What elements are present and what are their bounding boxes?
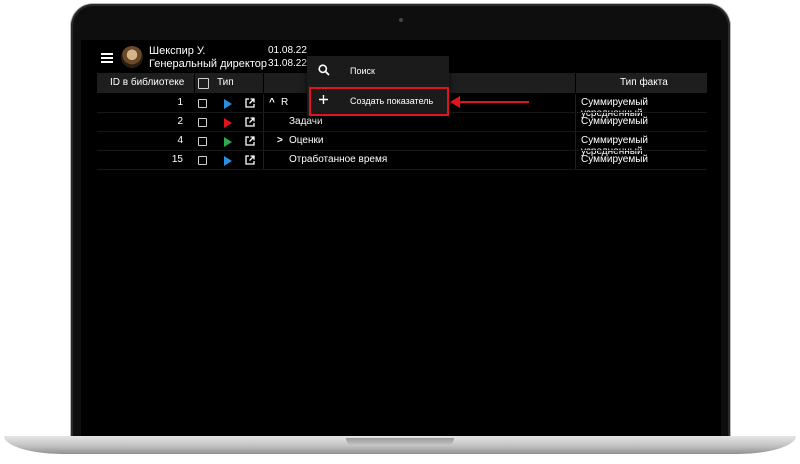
user-name: Шекспир У. [149,45,206,57]
indicator-name[interactable]: Задачи [289,116,323,127]
column-header-fact-type[interactable]: Тип факта [620,77,668,88]
column-header-type[interactable]: Тип [217,77,234,88]
row-id: 4 [177,135,183,146]
select-all-checkbox[interactable] [198,78,209,89]
indicator-name[interactable]: R [281,97,288,108]
column-divider [263,73,264,93]
camera-dot [399,18,403,22]
column-divider [575,73,576,93]
column-divider [194,73,195,93]
highlight-box [309,87,449,116]
row-id: 2 [177,116,183,127]
open-in-new-icon[interactable] [245,136,255,146]
fact-type: Суммируемый [581,116,648,127]
avatar[interactable] [121,46,143,68]
type-play-icon [224,137,232,147]
row-id: 15 [171,154,183,165]
type-play-icon [224,99,232,109]
row-checkbox[interactable] [198,137,207,146]
open-in-new-icon[interactable] [245,98,255,108]
row-checkbox[interactable] [198,156,207,165]
user-role: Генеральный директор [149,58,267,70]
hamburger-icon[interactable] [101,53,113,63]
date-to[interactable]: 31.08.22 [268,58,307,69]
column-header-id[interactable]: ID в библиотеке [110,77,184,88]
menu-item-search[interactable]: Поиск [350,66,375,76]
open-in-new-icon[interactable] [245,155,255,165]
date-from[interactable]: 01.08.22 [268,45,307,56]
arrow-head-icon [450,96,460,108]
search-icon [318,64,330,76]
row-id: 1 [177,97,183,108]
table-row[interactable]: 15 Отработанное время Суммируемый [97,151,707,170]
table-row[interactable]: 4 > Оценки Суммируемый усредненный [97,132,707,157]
type-play-icon [224,118,232,128]
annotation-arrow [457,101,529,103]
app-screen: Шекспир У. Генеральный директор 01.08.22… [81,40,721,436]
open-in-new-icon[interactable] [245,117,255,127]
type-play-icon [224,156,232,166]
row-checkbox[interactable] [198,118,207,127]
laptop-notch [346,438,454,446]
row-checkbox[interactable] [198,99,207,108]
expand-toggle[interactable]: > [277,135,283,146]
indicator-name[interactable]: Оценки [289,135,323,146]
fact-type: Суммируемый [581,154,648,165]
indicator-name[interactable]: Отработанное время [289,154,387,165]
expand-toggle[interactable]: ^ [269,97,275,108]
